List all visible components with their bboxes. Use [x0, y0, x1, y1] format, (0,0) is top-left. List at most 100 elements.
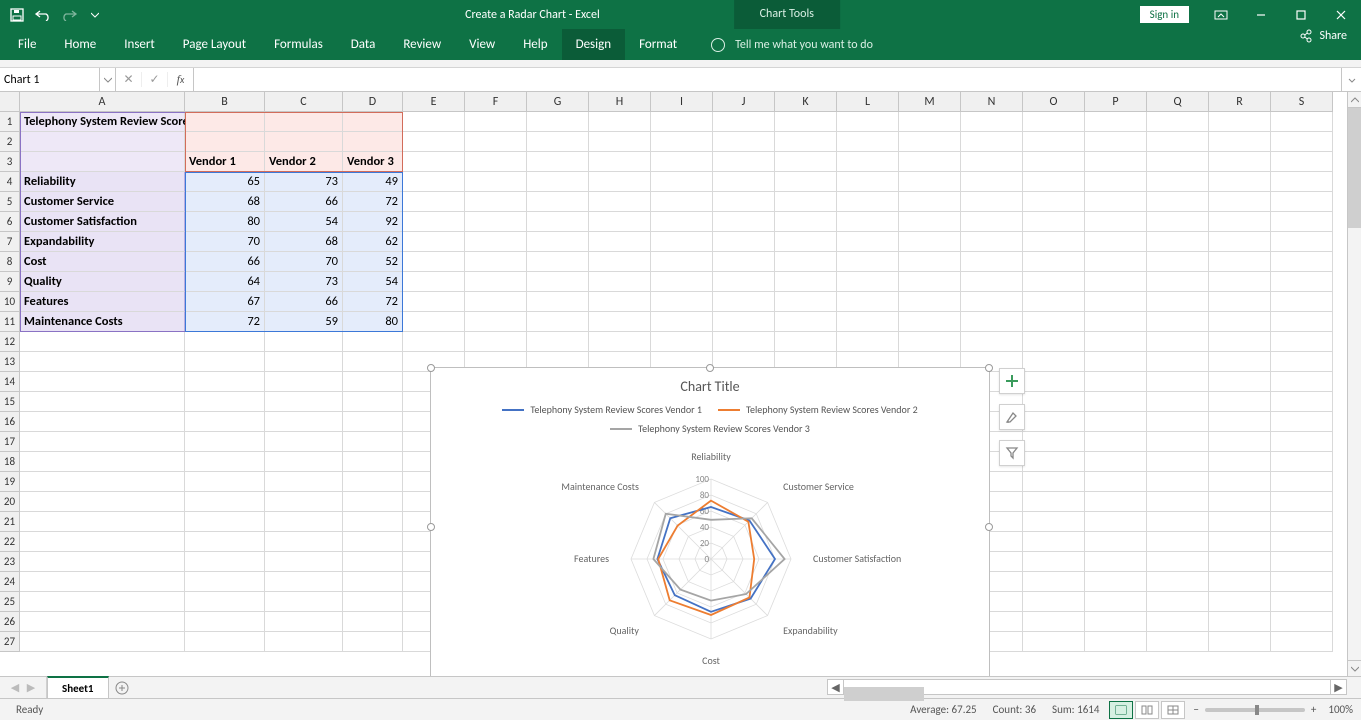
cell-A11[interactable]: Maintenance Costs: [20, 312, 185, 332]
cell-G7[interactable]: [527, 232, 589, 252]
cell-M8[interactable]: [899, 252, 961, 272]
cell-A3[interactable]: [20, 152, 185, 172]
cell-J5[interactable]: [713, 192, 775, 212]
cell-S20[interactable]: [1271, 492, 1333, 512]
cell-C13[interactable]: [265, 352, 343, 372]
scroll-down-button[interactable]: [1348, 660, 1361, 676]
cell-O14[interactable]: [1023, 372, 1085, 392]
cell-C4[interactable]: 73: [265, 172, 343, 192]
row-header-17[interactable]: 17: [0, 432, 20, 452]
cell-R5[interactable]: [1209, 192, 1271, 212]
cell-D11[interactable]: 80: [343, 312, 403, 332]
cell-L8[interactable]: [837, 252, 899, 272]
tab-design[interactable]: Design: [562, 29, 625, 60]
sign-in-button[interactable]: Sign in: [1140, 6, 1189, 23]
scroll-left-button[interactable]: ◀: [828, 680, 844, 694]
cell-M9[interactable]: [899, 272, 961, 292]
cell-I12[interactable]: [651, 332, 713, 352]
column-header-K[interactable]: K: [775, 92, 837, 112]
cell-S26[interactable]: [1271, 612, 1333, 632]
cell-Q6[interactable]: [1147, 212, 1209, 232]
undo-button[interactable]: [32, 4, 54, 26]
cell-O23[interactable]: [1023, 552, 1085, 572]
cell-R21[interactable]: [1209, 512, 1271, 532]
cell-S11[interactable]: [1271, 312, 1333, 332]
cell-N5[interactable]: [961, 192, 1023, 212]
cell-P22[interactable]: [1085, 532, 1147, 552]
cell-E11[interactable]: [403, 312, 465, 332]
cell-O27[interactable]: [1023, 632, 1085, 652]
cell-Q7[interactable]: [1147, 232, 1209, 252]
row-header-22[interactable]: 22: [0, 532, 20, 552]
cell-L4[interactable]: [837, 172, 899, 192]
cell-F6[interactable]: [465, 212, 527, 232]
cell-S10[interactable]: [1271, 292, 1333, 312]
cell-R8[interactable]: [1209, 252, 1271, 272]
tab-review[interactable]: Review: [389, 29, 455, 60]
cell-K8[interactable]: [775, 252, 837, 272]
cell-O10[interactable]: [1023, 292, 1085, 312]
cell-S1[interactable]: [1271, 112, 1333, 132]
cell-B6[interactable]: 80: [185, 212, 265, 232]
cell-O24[interactable]: [1023, 572, 1085, 592]
cell-M11[interactable]: [899, 312, 961, 332]
cell-P17[interactable]: [1085, 432, 1147, 452]
cell-D5[interactable]: 72: [343, 192, 403, 212]
cell-D7[interactable]: 62: [343, 232, 403, 252]
cell-I9[interactable]: [651, 272, 713, 292]
cell-P15[interactable]: [1085, 392, 1147, 412]
cell-P18[interactable]: [1085, 452, 1147, 472]
chart-filters-button[interactable]: [999, 440, 1025, 466]
close-button[interactable]: [1321, 0, 1361, 29]
cell-J9[interactable]: [713, 272, 775, 292]
cell-S24[interactable]: [1271, 572, 1333, 592]
cell-D2[interactable]: [343, 132, 403, 152]
cell-G11[interactable]: [527, 312, 589, 332]
row-header-7[interactable]: 7: [0, 232, 20, 252]
cell-P16[interactable]: [1085, 412, 1147, 432]
cell-A14[interactable]: [20, 372, 185, 392]
cell-O13[interactable]: [1023, 352, 1085, 372]
cell-M1[interactable]: [899, 112, 961, 132]
cell-C3[interactable]: Vendor 2: [265, 152, 343, 172]
column-header-S[interactable]: S: [1271, 92, 1333, 112]
tab-formulas[interactable]: Formulas: [260, 29, 337, 60]
cell-K3[interactable]: [775, 152, 837, 172]
cell-C25[interactable]: [265, 592, 343, 612]
cell-R23[interactable]: [1209, 552, 1271, 572]
cell-S6[interactable]: [1271, 212, 1333, 232]
cell-R9[interactable]: [1209, 272, 1271, 292]
column-header-G[interactable]: G: [527, 92, 589, 112]
cell-O15[interactable]: [1023, 392, 1085, 412]
cell-B1[interactable]: [185, 112, 265, 132]
cell-C21[interactable]: [265, 512, 343, 532]
cell-Q13[interactable]: [1147, 352, 1209, 372]
cell-O25[interactable]: [1023, 592, 1085, 612]
cell-N8[interactable]: [961, 252, 1023, 272]
cell-R4[interactable]: [1209, 172, 1271, 192]
resize-handle-n[interactable]: [706, 364, 714, 372]
row-header-4[interactable]: 4: [0, 172, 20, 192]
cell-Q14[interactable]: [1147, 372, 1209, 392]
cell-R3[interactable]: [1209, 152, 1271, 172]
cell-J2[interactable]: [713, 132, 775, 152]
cell-K4[interactable]: [775, 172, 837, 192]
cell-S25[interactable]: [1271, 592, 1333, 612]
cell-P8[interactable]: [1085, 252, 1147, 272]
tab-page-layout[interactable]: Page Layout: [169, 29, 260, 60]
cell-O18[interactable]: [1023, 452, 1085, 472]
cell-A23[interactable]: [20, 552, 185, 572]
cell-K12[interactable]: [775, 332, 837, 352]
cell-C8[interactable]: 70: [265, 252, 343, 272]
cell-P11[interactable]: [1085, 312, 1147, 332]
column-header-C[interactable]: C: [265, 92, 343, 112]
cell-B20[interactable]: [185, 492, 265, 512]
cell-S21[interactable]: [1271, 512, 1333, 532]
cell-D13[interactable]: [343, 352, 403, 372]
cell-J4[interactable]: [713, 172, 775, 192]
cell-P25[interactable]: [1085, 592, 1147, 612]
cell-A27[interactable]: [20, 632, 185, 652]
cell-N9[interactable]: [961, 272, 1023, 292]
cell-G6[interactable]: [527, 212, 589, 232]
cell-O4[interactable]: [1023, 172, 1085, 192]
